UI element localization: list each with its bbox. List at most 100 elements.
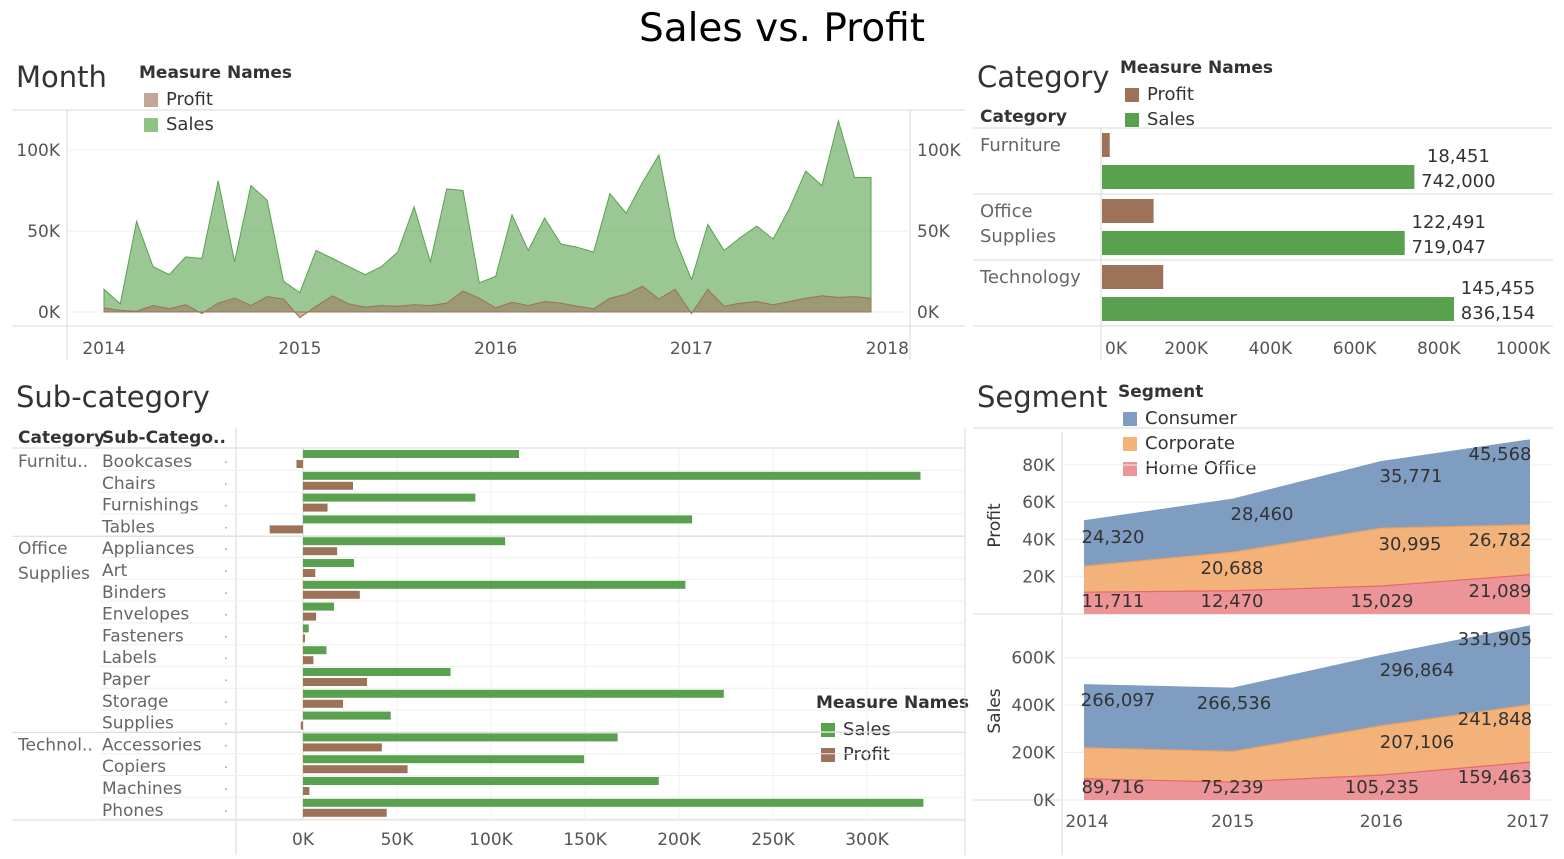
subcategory-x-tick-label: 100K [469,830,513,850]
segment-profit-data-label: 45,568 [1469,444,1532,465]
segment-sales-data-label: 105,235 [1345,777,1419,798]
subcategory-row-label: Appliances [102,539,195,559]
segment-profit-y-tick-label: 40K [1022,530,1056,550]
subcategory-sales-bar [303,559,354,567]
segment-profit-data-label: 12,470 [1201,591,1264,612]
subcategory-profit-bar [303,612,317,621]
category-profit-data-label: 122,491 [1412,212,1486,233]
subcategory-row-marker: . [224,648,228,662]
subcategory-profit-bar [303,503,328,512]
segment-x-tick-label: 2016 [1360,812,1403,832]
subcategory-group-label: Technol.. [17,735,93,755]
category-row-label: Technology [979,267,1081,288]
segment-profit-data-label: 35,771 [1380,466,1443,487]
category-sales-bar [1102,297,1455,321]
subcategory-sales-bar [303,580,686,589]
subcategory-sales-bar [303,646,327,655]
segment-sales-data-label: 266,097 [1081,690,1155,711]
month-y-tick-label-right: 100K [917,141,961,161]
category-profit-bar [1102,199,1154,223]
subcategory-row-label: Machines [102,779,182,799]
subcategory-row-label: Paper [102,670,150,690]
month-y-tick-label-left: 50K [27,222,61,242]
subcategory-row-marker: . [224,779,228,793]
subcategory-row-label: Chairs [102,474,156,494]
category-profit-bar [1102,133,1110,157]
subcategory-profit-bar [303,634,305,643]
segment-sales-data-label: 296,864 [1380,660,1454,681]
subcategory-profit-bar [303,481,353,490]
category-x-tick-label: 1000K [1496,339,1551,359]
segment-profit-y-tick-label: 80K [1022,456,1056,476]
subcategory-row-marker: . [224,496,228,510]
subcategory-row-label: Furnishings [102,496,199,516]
subcategory-row-label: Bookcases [102,452,192,472]
subcategory-row-label: Labels [102,648,157,668]
segment-sales-data-label: 159,463 [1458,767,1532,788]
subcategory-row-marker: . [224,670,228,684]
category-x-tick-label: 400K [1249,339,1293,359]
subcategory-sales-bar [303,668,451,676]
subcategory-row-marker: . [224,757,228,771]
category-row-label: Office [980,201,1033,222]
subcategory-row-label: Accessories [102,735,202,755]
segment-sales-y-axis-title: Sales [985,688,1005,733]
subcategory-x-tick-label: 0K [292,830,315,850]
segment-sales-data-label: 207,106 [1380,732,1454,753]
subcategory-bar-chart[interactable]: Furnitu.. Bookcases . Chairs . Furnishings . Ta… [12,428,966,855]
category-x-tick-label: 0K [1105,339,1128,359]
subcategory-sales-bar [303,798,924,807]
segment-sales-data-label: 241,848 [1458,709,1532,730]
subcategory-profit-bar [303,808,387,817]
subcategory-row-marker: . [224,474,228,488]
subcategory-x-tick-label: 200K [657,830,701,850]
subcategory-row-label: Art [102,561,128,581]
category-x-tick-label: 600K [1333,339,1377,359]
subcategory-profit-bar [303,569,316,577]
subcategory-sales-bar [303,515,693,524]
subcategory-row-label: Phones [102,801,164,821]
subcategory-profit-bar [300,721,303,730]
segment-profit-y-tick-label: 20K [1022,568,1056,588]
subcategory-profit-bar [303,547,338,556]
segment-x-tick-label: 2014 [1065,812,1108,832]
subcategory-row-marker: . [224,626,228,640]
subcategory-group-label: Furnitu.. [18,452,88,472]
subcategory-row-marker: . [224,714,228,728]
subcategory-sales-bar [303,711,391,720]
month-y-tick-label-left: 0K [38,303,61,323]
subcategory-row-marker: . [224,517,228,531]
category-bar-chart[interactable]: Furniture Office Supplies Technology 18,451 7… [973,127,1553,360]
category-x-tick-label: 800K [1417,339,1461,359]
category-sales-bar [1102,165,1415,189]
category-row-label: Supplies [980,226,1056,247]
category-profit-data-label: 18,451 [1427,146,1490,167]
month-area-chart[interactable]: 100K 100K 50K 50K 0K 0K 2014 2015 2016 2017 2018 [12,109,965,360]
subcategory-sales-bar [303,624,309,633]
subcategory-sales-bar [303,602,334,611]
subcategory-x-tick-label: 150K [563,830,607,850]
segment-profit-data-label: 26,782 [1469,530,1532,551]
subcategory-profit-bar [303,787,310,795]
subcategory-x-tick-label: 300K [845,830,889,850]
segment-x-tick-label: 2017 [1506,812,1549,832]
subcategory-row-marker: . [224,452,228,466]
category-sales-bar [1102,231,1405,255]
subcategory-row-marker: . [224,605,228,619]
subcategory-row-label: Envelopes [102,605,189,625]
subcategory-profit-bar [303,678,368,686]
segment-profit-area-chart[interactable]: 80K 60K 40K 20K 11,711 12,470 15,029 21,089 20,6… [973,427,1553,615]
subcategory-x-tick-label: 50K [381,830,415,850]
category-row-label: Furniture [980,135,1061,156]
month-x-tick-label: 2017 [670,339,713,359]
segment-sales-data-label: 331,905 [1458,629,1532,650]
segment-profit-data-label: 20,688 [1201,558,1264,579]
subcategory-row-label: Copiers [102,757,166,777]
segment-profit-data-label: 28,460 [1231,504,1294,525]
subcategory-row-marker: . [224,735,228,749]
month-y-tick-label-left: 100K [16,141,60,161]
subcategory-group-label: Office [18,539,68,559]
segment-sales-area-chart[interactable]: 600K 400K 200K 0K 89,716 75,239 105,235 159,463… [973,617,1553,855]
subcategory-group-label: Supplies [18,564,90,584]
subcategory-profit-bar [303,765,408,774]
